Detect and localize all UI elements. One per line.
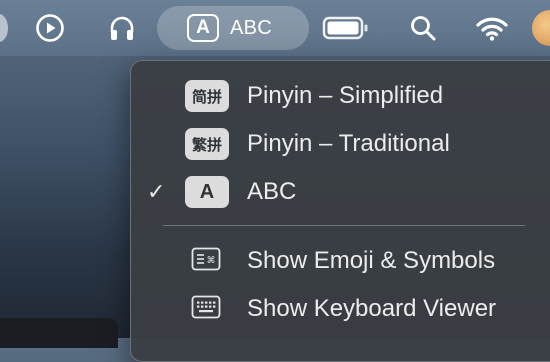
input-source-icon: A <box>187 14 219 42</box>
wifi-icon[interactable] <box>472 8 512 48</box>
input-source-label: ABC <box>230 16 273 39</box>
menu-item-pinyin-simplified[interactable]: 简拼 Pinyin – Simplified <box>131 74 550 118</box>
pinyin-simplified-icon: 简拼 <box>185 80 229 112</box>
abc-icon: A <box>185 176 229 208</box>
menu-item-label: Show Keyboard Viewer <box>247 295 497 322</box>
avatar[interactable] <box>532 10 550 46</box>
menu-item-pinyin-traditional[interactable]: 繁拼 Pinyin – Traditional <box>131 122 550 166</box>
svg-text:⌘: ⌘ <box>207 256 216 266</box>
menu-item-label: Pinyin – Traditional <box>247 130 450 157</box>
checkmark-icon: ✓ <box>147 179 166 204</box>
menu-item-label: Pinyin – Simplified <box>247 82 444 109</box>
menu-bar: A ABC <box>0 0 550 56</box>
pinyin-traditional-icon: 繁拼 <box>185 128 229 160</box>
battery-icon[interactable] <box>320 8 372 48</box>
play-circle-icon[interactable] <box>32 8 68 48</box>
menu-item-show-emoji-symbols[interactable]: ⌘ Show Emoji & Symbols <box>131 239 550 283</box>
menu-separator <box>163 225 525 226</box>
menu-item-label: Show Emoji & Symbols <box>247 247 496 274</box>
menu-item-abc[interactable]: ✓ A ABC <box>131 170 550 214</box>
headphones-icon[interactable] <box>104 8 140 48</box>
input-source-dropdown: 简拼 Pinyin – Simplified 繁拼 Pinyin – Tradi… <box>130 60 550 362</box>
background-window <box>0 318 118 348</box>
menu-item-label: ABC <box>247 178 297 205</box>
menu-item-show-keyboard-viewer[interactable]: Show Keyboard Viewer <box>131 287 550 331</box>
input-source-menu[interactable]: A ABC <box>157 6 309 50</box>
keyboard-icon <box>191 295 221 324</box>
emoji-keyboard-icon: ⌘ <box>191 247 221 276</box>
search-icon[interactable] <box>405 8 441 48</box>
partial-status-icon[interactable] <box>0 14 8 42</box>
